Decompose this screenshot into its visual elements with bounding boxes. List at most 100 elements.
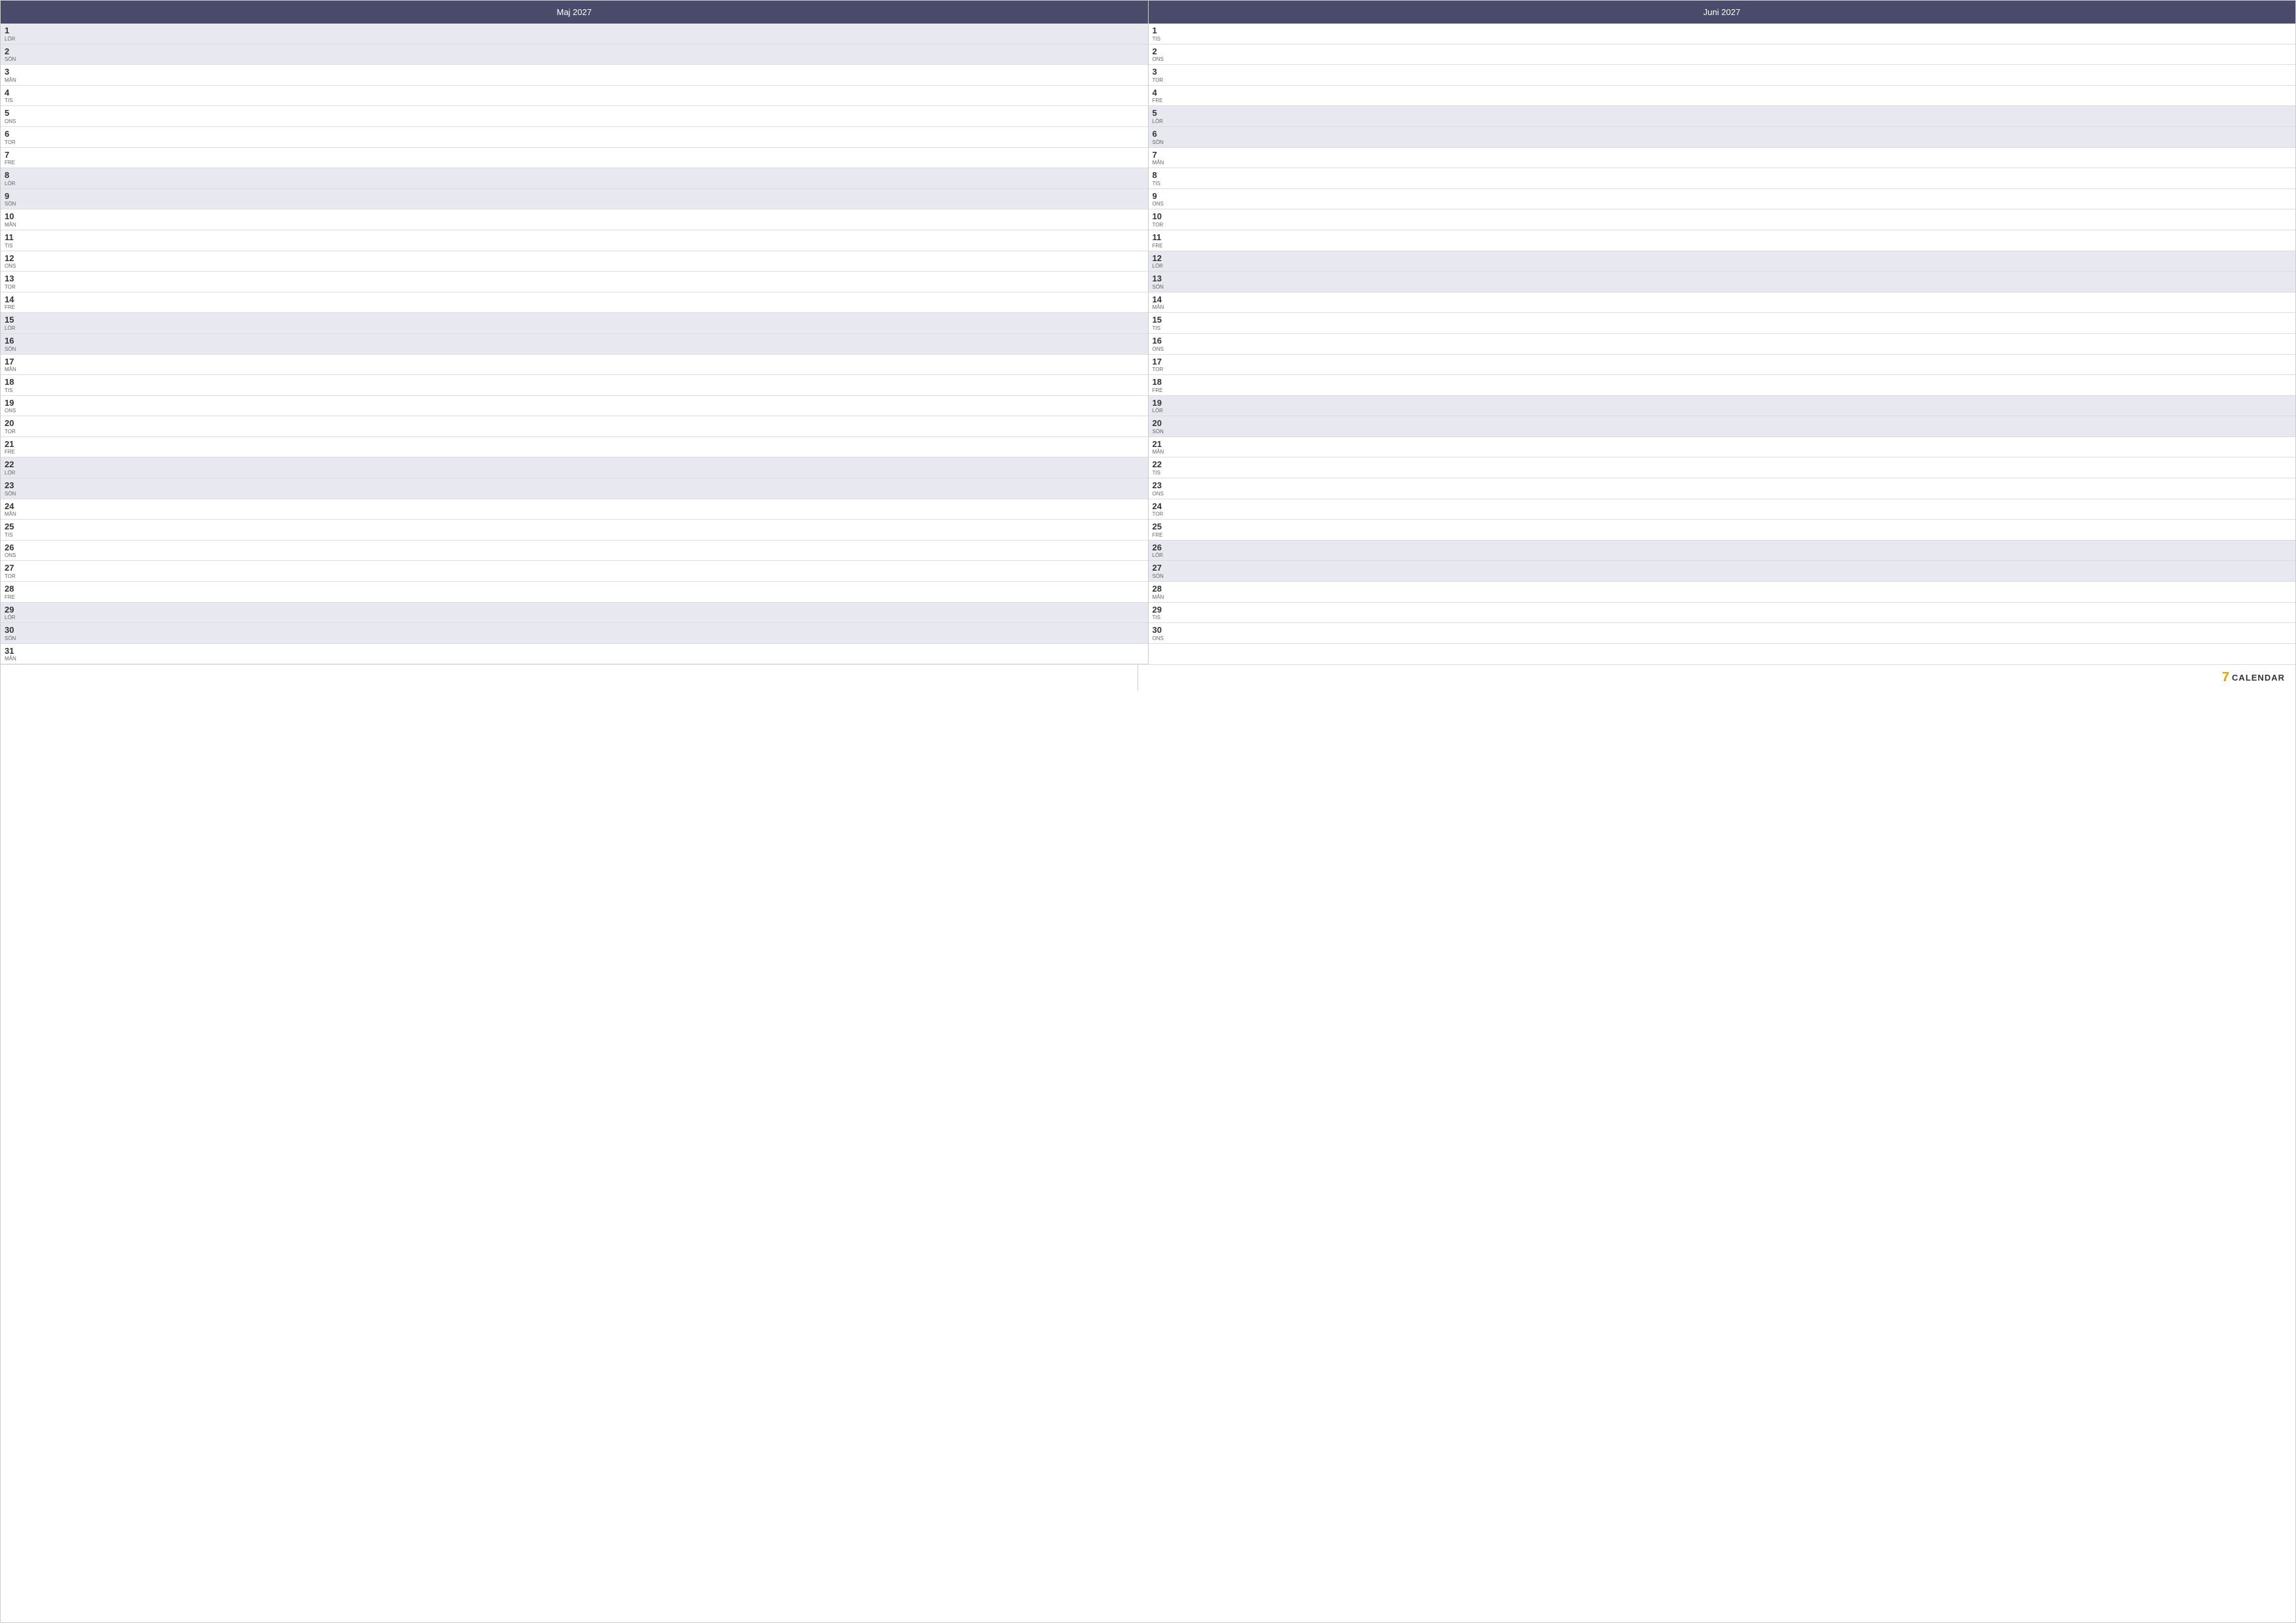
day-number: 13 xyxy=(5,274,20,284)
day-name: TIS xyxy=(1153,326,1168,331)
day-name: ONS xyxy=(1153,636,1168,641)
day-number: 28 xyxy=(1153,584,1168,594)
day-name: LÖR xyxy=(5,181,20,187)
month-header-juni-2027: Juni 2027 xyxy=(1149,1,2296,24)
month-column-juni-2027: Juni 20271TIS2ONS3TOR4FRE5LÖR6SÖN7MÅN8TI… xyxy=(1149,1,2296,664)
day-row: 27TOR xyxy=(1,561,1148,582)
day-row: 12ONS xyxy=(1,251,1148,272)
day-name: LÖR xyxy=(1153,264,1168,269)
day-row: 11FRE xyxy=(1149,230,2296,251)
day-name: ONS xyxy=(1153,202,1168,207)
day-row: 23ONS xyxy=(1149,478,2296,499)
day-number: 12 xyxy=(1153,253,1168,264)
day-name: TOR xyxy=(1153,78,1168,83)
day-name: TIS xyxy=(1153,471,1168,476)
day-number: 17 xyxy=(1153,357,1168,367)
day-number: 10 xyxy=(5,211,20,222)
day-row: 14MÅN xyxy=(1149,293,2296,313)
day-number: 8 xyxy=(5,170,20,181)
day-name: SÖN xyxy=(5,57,20,62)
day-row: 8LÖR xyxy=(1,168,1148,189)
day-row: 28FRE xyxy=(1,582,1148,603)
day-number: 27 xyxy=(1153,563,1168,573)
day-row: 25TIS xyxy=(1,520,1148,541)
day-name: SÖN xyxy=(1153,285,1168,290)
day-name: MÅN xyxy=(5,512,20,517)
day-number: 18 xyxy=(5,377,20,387)
day-name: SÖN xyxy=(1153,574,1168,579)
day-name: SÖN xyxy=(5,202,20,207)
day-name: LÖR xyxy=(5,471,20,476)
day-row: 16SÖN xyxy=(1,334,1148,355)
day-number: 4 xyxy=(5,88,20,98)
day-name: ONS xyxy=(1153,347,1168,352)
day-number: 3 xyxy=(5,67,20,77)
day-number: 30 xyxy=(1153,625,1168,635)
day-number: 30 xyxy=(5,625,20,635)
day-row: 11TIS xyxy=(1,230,1148,251)
day-name: FRE xyxy=(5,305,20,310)
day-number: 5 xyxy=(5,108,20,118)
day-name: TIS xyxy=(5,533,20,538)
day-name: MÅN xyxy=(1153,595,1168,600)
day-name: FRE xyxy=(1153,388,1168,393)
day-number: 15 xyxy=(5,315,20,325)
day-name: MÅN xyxy=(5,656,20,662)
day-number: 15 xyxy=(1153,315,1168,325)
day-number: 26 xyxy=(1153,543,1168,553)
day-name: ONS xyxy=(5,264,20,269)
day-number: 11 xyxy=(5,232,20,243)
calendar-container: Maj 20271LÖR2SÖN3MÅN4TIS5ONS6TOR7FRE8LÖR… xyxy=(0,0,2296,1623)
day-number: 22 xyxy=(1153,459,1168,470)
day-number: 23 xyxy=(5,480,20,491)
day-name: SÖN xyxy=(5,491,20,497)
day-row: 26LÖR xyxy=(1149,541,2296,562)
day-number: 16 xyxy=(1153,336,1168,346)
day-name: SÖN xyxy=(5,347,20,352)
day-name: FRE xyxy=(1153,533,1168,538)
day-row: 31MÅN xyxy=(1,644,1148,665)
day-row: 13TOR xyxy=(1,272,1148,293)
bottom-left-filler xyxy=(1,665,1138,690)
day-number: 12 xyxy=(5,253,20,264)
day-name: LÖR xyxy=(1153,408,1168,414)
day-row: 1LÖR xyxy=(1,24,1148,45)
day-row: 30SÖN xyxy=(1,623,1148,644)
day-name: MÅN xyxy=(1153,305,1168,310)
day-row: 4FRE xyxy=(1149,86,2296,107)
day-row: 26ONS xyxy=(1,541,1148,562)
day-name: TIS xyxy=(5,388,20,393)
day-row: 8TIS xyxy=(1149,168,2296,189)
day-number: 16 xyxy=(5,336,20,346)
day-row: 25FRE xyxy=(1149,520,2296,541)
day-row: 5LÖR xyxy=(1149,106,2296,127)
day-row: 20TOR xyxy=(1,416,1148,437)
day-name: TIS xyxy=(1153,615,1168,620)
brand-footer: 7CALENDAR xyxy=(1138,665,2296,690)
day-row: 17MÅN xyxy=(1,355,1148,376)
day-row: 2SÖN xyxy=(1,45,1148,65)
day-number: 7 xyxy=(5,150,20,160)
day-number: 6 xyxy=(1153,129,1168,139)
day-name: LÖR xyxy=(1153,119,1168,124)
day-number: 8 xyxy=(1153,170,1168,181)
day-row: 7FRE xyxy=(1,148,1148,169)
day-row: 21MÅN xyxy=(1149,437,2296,458)
day-row: 1TIS xyxy=(1149,24,2296,45)
day-name: TOR xyxy=(1153,512,1168,517)
month-header-maj-2027: Maj 2027 xyxy=(1,1,1148,24)
day-name: MÅN xyxy=(1153,160,1168,166)
day-row: 5ONS xyxy=(1,106,1148,127)
day-name: LÖR xyxy=(1153,553,1168,558)
day-row: 10MÅN xyxy=(1,209,1148,230)
day-number: 29 xyxy=(1153,605,1168,615)
day-number: 21 xyxy=(5,439,20,450)
day-name: LÖR xyxy=(5,326,20,331)
day-number: 28 xyxy=(5,584,20,594)
day-name: TOR xyxy=(1153,223,1168,228)
day-number: 31 xyxy=(5,646,20,656)
day-number: 4 xyxy=(1153,88,1168,98)
day-number: 3 xyxy=(1153,67,1168,77)
day-name: SÖN xyxy=(1153,140,1168,145)
day-row: 29TIS xyxy=(1149,603,2296,624)
